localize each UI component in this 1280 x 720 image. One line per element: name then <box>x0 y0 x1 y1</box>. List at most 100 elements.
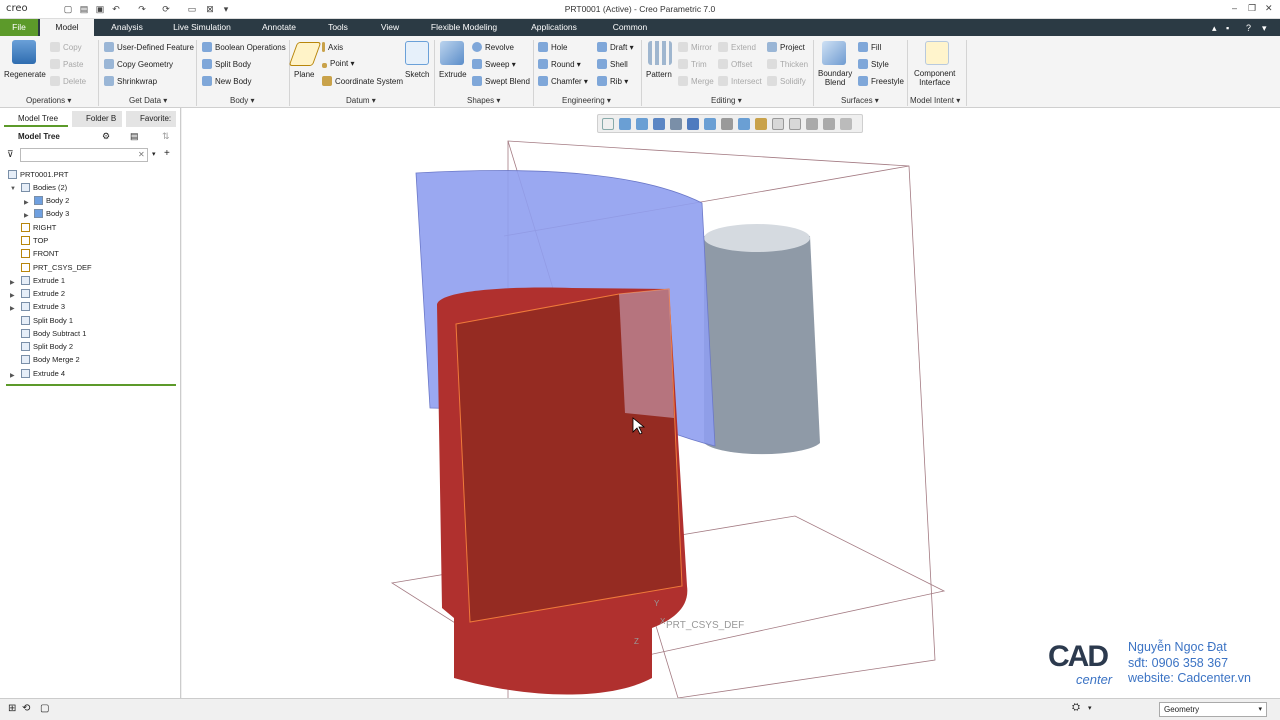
component-interface-icon[interactable] <box>925 41 949 65</box>
tab-folder-browser[interactable]: Folder B <box>72 111 122 127</box>
tab-analysis[interactable]: Analysis <box>102 19 152 36</box>
intersect-button[interactable]: Intersect <box>718 76 762 87</box>
tab-annotate[interactable]: Annotate <box>252 19 306 36</box>
tab-model[interactable]: Model <box>40 19 94 36</box>
regenerate-button[interactable]: Regenerate <box>4 70 46 79</box>
point-button[interactable]: Point ▾ <box>322 59 354 69</box>
expand-arrow-icon[interactable]: ▶ <box>10 279 15 286</box>
mirror-button[interactable]: Mirror <box>678 42 712 53</box>
fill-button[interactable]: Fill <box>858 42 881 53</box>
search-options-icon[interactable]: ▾ <box>152 150 156 158</box>
group-shapes[interactable]: Shapes ▾ <box>467 96 500 105</box>
tree-item-extrude-2[interactable]: Extrude 2 <box>21 289 65 298</box>
freestyle-button[interactable]: Freestyle <box>858 76 904 87</box>
new-body-button[interactable]: New Body <box>202 76 251 87</box>
merge-button[interactable]: Merge <box>678 76 714 87</box>
expand-arrow-icon[interactable]: ▶ <box>10 292 15 299</box>
boundary-blend-button[interactable]: Boundary Blend <box>818 69 852 87</box>
tree-item-right[interactable]: RIGHT <box>21 223 56 232</box>
tree-item-split-body-1[interactable]: Split Body 1 <box>21 316 73 325</box>
tab-model-tree[interactable]: Model Tree <box>4 111 68 127</box>
perspective-view-icon[interactable] <box>721 118 733 130</box>
tab-tools[interactable]: Tools <box>318 19 358 36</box>
add-item-icon[interactable]: + <box>164 148 170 159</box>
tab-flexible-modeling[interactable]: Flexible Modeling <box>420 19 508 36</box>
minimize-icon[interactable]: – <box>1232 3 1237 13</box>
group-engineering[interactable]: Engineering ▾ <box>562 96 611 105</box>
component-interface-button[interactable]: Component Interface <box>914 69 955 87</box>
graphics-viewport[interactable]: PRT_CSYS_DEF Y Z X <box>182 108 1280 699</box>
clear-search-icon[interactable]: ✕ <box>138 150 145 159</box>
group-get-data[interactable]: Get Data ▾ <box>129 96 167 105</box>
style-button[interactable]: Style <box>858 59 889 70</box>
tab-common[interactable]: Common <box>602 19 658 36</box>
sketch-button[interactable]: Sketch <box>405 70 429 79</box>
draft-button[interactable]: Draft ▾ <box>597 42 634 53</box>
appearances-icon[interactable] <box>806 118 818 130</box>
sweep-button[interactable]: Sweep ▾ <box>472 59 516 70</box>
split-body-button[interactable]: Split Body <box>202 59 251 70</box>
axis-button[interactable]: Axis <box>322 42 343 53</box>
repaint-icon[interactable] <box>653 118 665 130</box>
model-3d-view[interactable]: PRT_CSYS_DEF Y Z X <box>182 108 1280 699</box>
pause-icon[interactable] <box>840 118 852 130</box>
tree-item-extrude-3[interactable]: Extrude 3 <box>21 302 65 311</box>
expand-arrow-icon[interactable]: ▶ <box>24 212 29 219</box>
tree-columns-icon[interactable]: ▤ <box>130 131 139 142</box>
tree-item-top[interactable]: TOP <box>21 236 48 245</box>
browser-toggle-icon[interactable]: ⟲ <box>22 703 30 714</box>
notification-icon[interactable]: ▪ <box>1226 23 1229 33</box>
tree-item-body-3[interactable]: Body 3 <box>34 209 69 218</box>
tree-item-csys[interactable]: PRT_CSYS_DEF <box>21 263 92 272</box>
group-model-intent[interactable]: Model Intent ▾ <box>910 96 960 105</box>
help-icon[interactable]: ? <box>1246 23 1251 33</box>
plane-button[interactable]: Plane <box>294 70 314 79</box>
thicken-button[interactable]: Thicken <box>767 59 808 70</box>
hole-button[interactable]: Hole <box>538 42 567 53</box>
pattern-button[interactable]: Pattern <box>646 70 672 79</box>
group-datum[interactable]: Datum ▾ <box>346 96 376 105</box>
pattern-icon[interactable] <box>648 41 672 65</box>
tree-item-extrude-1[interactable]: Extrude 1 <box>21 276 65 285</box>
saved-orientations-icon[interactable] <box>687 118 699 130</box>
find-icon[interactable]: ⛭ <box>1072 702 1080 713</box>
tree-item-body-2[interactable]: Body 2 <box>34 196 69 205</box>
datum-display-filters-icon[interactable] <box>755 118 767 130</box>
tab-live-simulation[interactable]: Live Simulation <box>165 19 239 36</box>
trim-button[interactable]: Trim <box>678 59 707 70</box>
expand-arrow-icon[interactable]: ▶ <box>10 372 15 379</box>
swept-blend-button[interactable]: Swept Blend <box>472 76 530 87</box>
spin-center-icon[interactable] <box>789 118 801 130</box>
tree-item-front[interactable]: FRONT <box>21 249 59 258</box>
tab-file[interactable]: File <box>0 19 38 36</box>
group-surfaces[interactable]: Surfaces ▾ <box>841 96 879 105</box>
expand-arrow-icon[interactable]: ▶ <box>10 305 15 312</box>
view-manager-icon[interactable] <box>704 118 716 130</box>
plane-icon[interactable] <box>288 42 322 66</box>
shell-button[interactable]: Shell <box>597 59 628 70</box>
annotation-display-icon[interactable] <box>772 118 784 130</box>
tree-item-body-subtract-1[interactable]: Body Subtract 1 <box>21 329 86 338</box>
tab-favorites[interactable]: Favorite: <box>126 111 176 127</box>
revolve-button[interactable]: Revolve <box>472 42 514 53</box>
tree-item-extrude-4[interactable]: Extrude 4 <box>21 369 65 378</box>
tree-item-split-body-2[interactable]: Split Body 2 <box>21 342 73 351</box>
tree-toggle-icon[interactable]: ⊞ <box>8 703 16 714</box>
group-editing[interactable]: Editing ▾ <box>711 96 742 105</box>
tree-settings-icon[interactable]: ⚙ <box>102 131 110 142</box>
paste-button[interactable]: Paste <box>50 59 83 70</box>
tree-item-body-merge-2[interactable]: Body Merge 2 <box>21 355 80 364</box>
close-icon[interactable]: ✕ <box>1265 3 1273 14</box>
tree-filter-settings-icon[interactable]: ⇅ <box>162 131 170 142</box>
fullscreen-icon[interactable]: ▢ <box>40 703 49 714</box>
insert-here-indicator[interactable] <box>6 384 176 386</box>
copy-geometry-button[interactable]: Copy Geometry <box>104 59 173 70</box>
rib-button[interactable]: Rib ▾ <box>597 76 628 87</box>
annotation-icon[interactable] <box>823 118 835 130</box>
shrinkwrap-button[interactable]: Shrinkwrap <box>104 76 157 87</box>
gray-cylinder-body[interactable] <box>704 236 820 455</box>
boolean-operations-button[interactable]: Boolean Operations <box>202 42 286 53</box>
ribbon-options-icon[interactable]: ▾ <box>1262 23 1267 34</box>
display-style-icon[interactable] <box>670 118 682 130</box>
tree-search-input[interactable] <box>20 148 148 162</box>
